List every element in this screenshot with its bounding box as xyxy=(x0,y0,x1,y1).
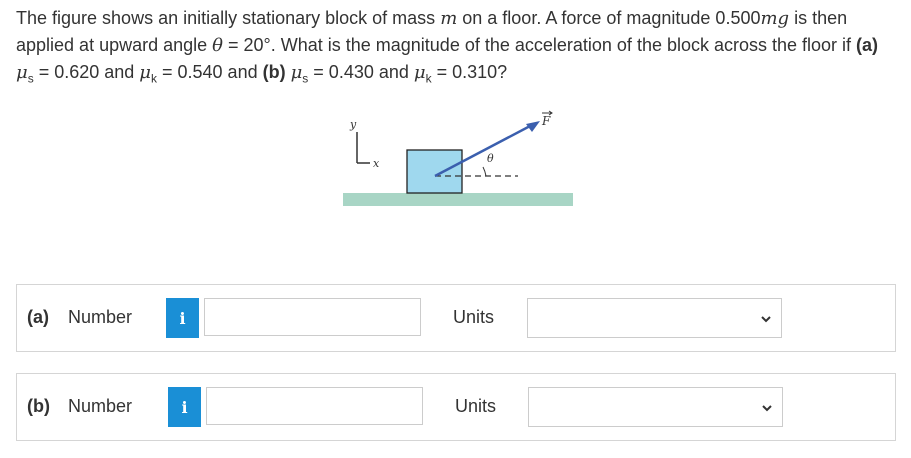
force-label: F xyxy=(541,110,553,128)
units-label: Units xyxy=(453,307,495,327)
answer-row-a: (a) Number i Units xyxy=(16,284,896,352)
info-icon: i xyxy=(181,397,188,417)
theta-label: θ xyxy=(487,152,494,165)
number-label: Number xyxy=(68,307,133,327)
part-label: (b) xyxy=(27,396,50,416)
number-label: Number xyxy=(68,396,133,416)
info-icon: i xyxy=(179,308,186,328)
units-select[interactable] xyxy=(528,387,783,427)
svg-text:F: F xyxy=(541,114,551,128)
angle-arc xyxy=(482,166,487,177)
info-button[interactable]: i xyxy=(168,387,201,427)
number-input[interactable] xyxy=(204,298,421,336)
part-label: (a) xyxy=(27,307,49,327)
chevron-down-icon xyxy=(762,405,772,412)
question-text: The figure shows an initially stationary… xyxy=(16,8,879,86)
block xyxy=(406,149,463,194)
x-axis-label: x xyxy=(373,157,380,170)
block-force-diagram: y x θ F xyxy=(343,110,573,206)
info-button[interactable]: i xyxy=(166,298,199,338)
coordinate-axes: y x xyxy=(349,118,380,170)
y-axis-label: y xyxy=(349,118,357,131)
units-label: Units xyxy=(455,396,497,416)
units-select[interactable] xyxy=(527,298,782,338)
number-input[interactable] xyxy=(206,387,423,425)
answer-row-b: (b) Number i Units xyxy=(16,373,896,441)
chevron-down-icon xyxy=(761,316,771,323)
floor xyxy=(343,193,573,206)
force-arrowhead xyxy=(526,121,540,132)
